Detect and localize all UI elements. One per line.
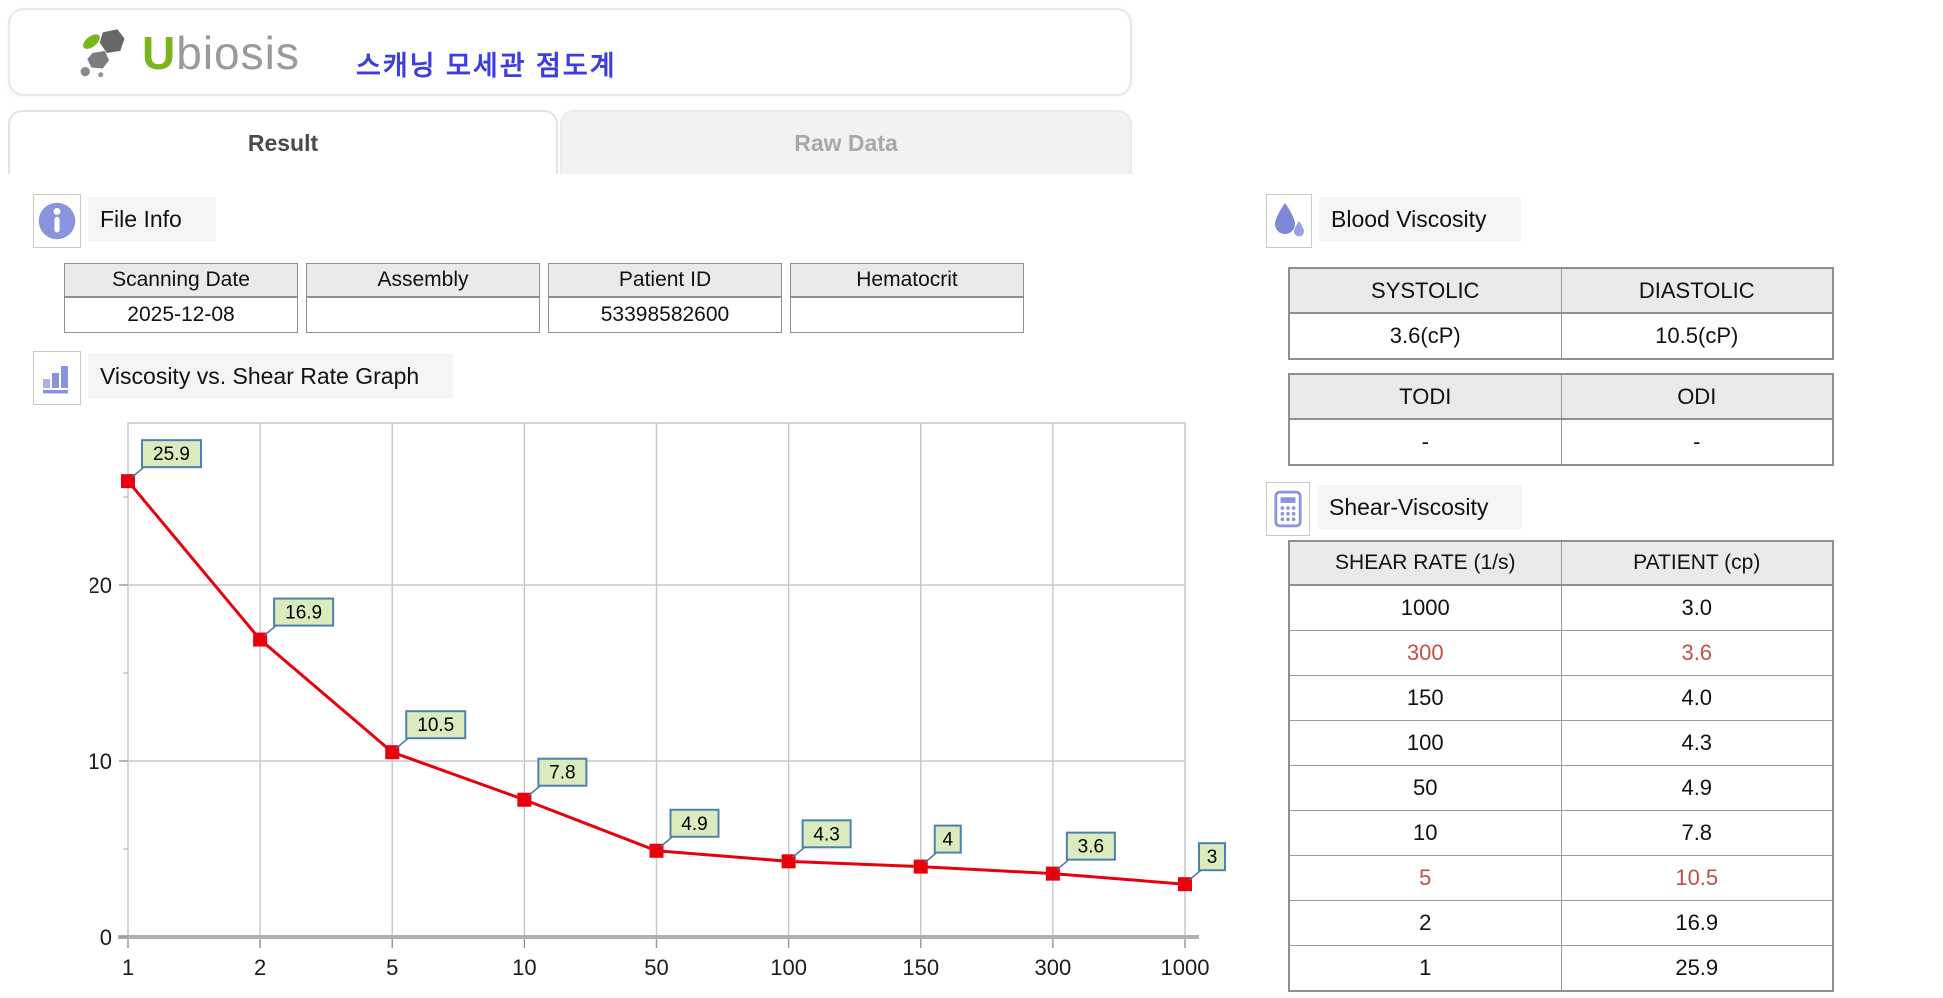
table-row: 300 3.6 [1290,631,1832,676]
diastolic-header: DIASTOLIC [1560,269,1833,312]
data-label-text: 7.8 [549,763,575,784]
viscosity-shear-chart-svg: 1 2 5 10 50 100 150 300 1000 0 10 20 25.9 16.9 10.5 7.8… [88,422,1226,980]
shear-rate-cell: 1 [1419,955,1432,980]
bar-chart-icon [33,351,81,405]
data-label-text: 10.5 [417,715,454,736]
table-row: 1000 3.0 [1290,586,1832,631]
table-row: 150 4.0 [1290,676,1832,721]
field-label: Assembly [307,264,539,298]
x-tick-label: 2 [254,955,266,980]
table-row: 1 25.9 [1290,946,1832,990]
logo-text-rest: biosis [176,27,300,79]
field-label: Scanning Date [65,264,297,298]
tab-result[interactable]: Result [8,110,558,174]
diastolic-value: 10.5(cP) [1560,314,1833,358]
graph-title: Viscosity vs. Shear Rate Graph [88,354,454,398]
graph-section-header: Viscosity vs. Shear Rate Graph [33,351,454,405]
ubiosis-logo-icon [80,29,125,78]
x-tick-label: 100 [770,955,807,980]
shear-rate-cell: 300 [1406,640,1444,665]
odi-value: - [1560,420,1833,464]
y-tick-label: 10 [90,749,112,774]
x-tick-label: 10 [512,955,536,980]
file-info-table: Scanning Date 2025-12-08 Assembly Patien… [64,263,1024,333]
shear-rate-cell: 5 [1419,865,1432,890]
patient-column-header: PATIENT (cp) [1560,542,1833,584]
patient-cell: 3.0 [1560,586,1833,630]
data-label-text: 4.9 [681,814,707,835]
table-row: 10 7.8 [1290,811,1832,856]
data-label-text: 3.6 [1078,837,1104,858]
y-tick-label: 0 [100,925,112,950]
viscosity-shear-chart: 1 2 5 10 50 100 150 300 1000 0 10 20 25.9 16.9 10.5 7.8… [88,415,1270,993]
blood-viscosity-title: Blood Viscosity [1319,197,1521,241]
systolic-diastolic-table: SYSTOLIC DIASTOLIC 3.6(cP) 10.5(cP) [1288,267,1834,360]
shear-rate-cell: 10 [1413,820,1438,845]
field-label: Patient ID [549,264,781,298]
table-row: 5 10.5 [1290,856,1832,901]
x-tick-label: 1 [122,955,134,980]
data-label-text: 25.9 [153,444,190,465]
data-label-text: 4 [942,830,953,851]
file-info-field-patient-id: Patient ID 53398582600 [548,263,782,333]
calculator-icon [1266,482,1310,536]
patient-cell: 7.8 [1560,811,1833,855]
shear-rate-cell: 150 [1406,685,1444,710]
table-row: 2 16.9 [1290,901,1832,946]
info-icon [33,194,81,248]
data-label-text: 4.3 [813,824,839,845]
systolic-header: SYSTOLIC [1371,277,1480,303]
shear-rate-cell: 1000 [1400,595,1450,620]
blood-droplets-icon [1266,194,1312,248]
file-info-field-scanning-date: Scanning Date 2025-12-08 [64,263,298,333]
todi-value: - [1421,429,1429,454]
patient-cell: 16.9 [1560,901,1833,945]
shear-rate-column-header: SHEAR RATE (1/s) [1335,551,1516,574]
ubiosis-logo: Ubiosis [78,26,300,80]
x-tick-label: 150 [902,955,939,980]
field-value [791,298,1023,332]
patient-cell: 4.3 [1560,721,1833,765]
logo-text: Ubiosis [142,26,300,80]
app-title: 스캐닝 모세관 점도계 [356,51,617,81]
table-row: 50 4.9 [1290,766,1832,811]
file-info-section-header: File Info [33,194,216,248]
odi-header: ODI [1560,375,1833,418]
shear-viscosity-table: SHEAR RATE (1/s) PATIENT (cp) 1000 3.0 3… [1288,540,1834,992]
field-value [307,298,539,332]
todi-header: TODI [1399,383,1452,409]
patient-cell: 10.5 [1560,856,1833,900]
y-tick-label: 20 [90,573,112,598]
shear-viscosity-section-header: Shear-Viscosity [1266,482,1523,536]
patient-cell: 25.9 [1560,946,1833,990]
tab-raw-data[interactable]: Raw Data [560,110,1132,174]
patient-cell: 4.0 [1560,676,1833,720]
shear-rate-cell: 50 [1413,775,1438,800]
field-label: Hematocrit [791,264,1023,298]
x-tick-label: 300 [1035,955,1072,980]
systolic-value: 3.6(cP) [1389,323,1461,348]
field-value: 53398582600 [600,303,730,326]
patient-cell: 3.6 [1560,631,1833,675]
field-value: 2025-12-08 [127,303,235,326]
data-label-text: 16.9 [285,603,322,624]
x-tick-label: 1000 [1161,955,1210,980]
file-info-field-hematocrit: Hematocrit [790,263,1024,333]
patient-cell: 4.9 [1560,766,1833,810]
table-row: 100 4.3 [1290,721,1832,766]
logo-letter-u: U [142,27,177,79]
shear-rate-cell: 100 [1406,730,1444,755]
data-label-text: 3 [1207,847,1218,868]
todi-odi-table: TODI ODI - - [1288,373,1834,466]
file-info-title: File Info [88,197,216,241]
shear-viscosity-title: Shear-Viscosity [1317,485,1523,529]
x-tick-label: 50 [644,955,668,980]
file-info-field-assembly: Assembly [306,263,540,333]
header-card: Ubiosis 스캐닝 모세관 점도계 [8,8,1132,96]
shear-rate-cell: 2 [1419,910,1432,935]
x-tick-label: 5 [386,955,398,980]
blood-viscosity-section-header: Blood Viscosity [1266,194,1521,248]
